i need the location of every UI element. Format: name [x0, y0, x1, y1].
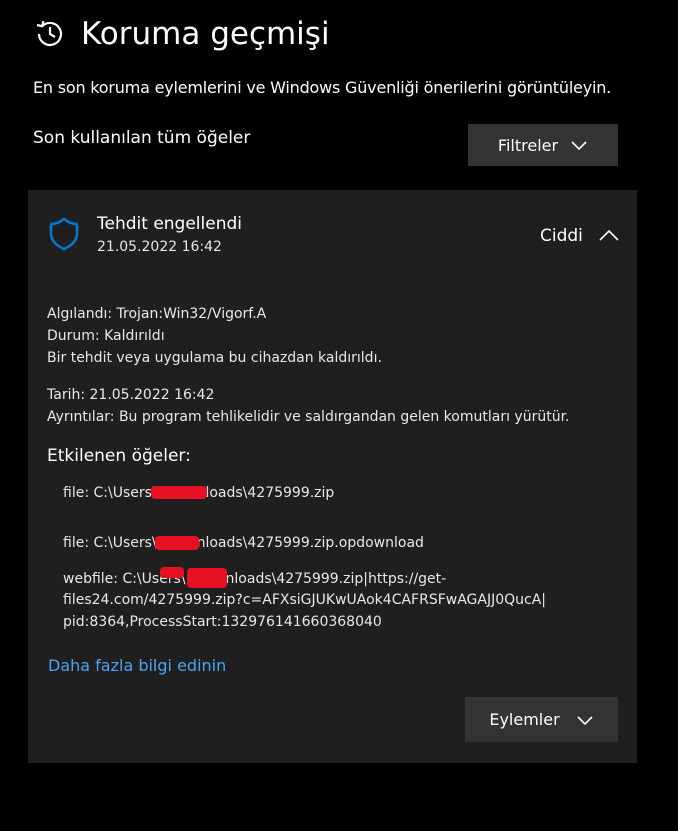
chevron-down-icon: [577, 715, 593, 725]
actions-button[interactable]: Eylemler: [465, 697, 618, 742]
redaction-mark: [155, 536, 199, 550]
filter-section-label: Son kullanılan tüm öğeler: [33, 128, 251, 148]
redaction-mark: [151, 486, 207, 499]
chevron-up-icon[interactable]: [598, 228, 620, 242]
date-line: Tarih: 21.05.2022 16:42: [47, 387, 215, 403]
affected-item-webfile: webfile: C:\Users\ \Downloads\4275999.zi…: [63, 571, 447, 587]
actions-button-label: Eylemler: [489, 710, 560, 729]
history-icon: [36, 20, 63, 47]
learn-more-link[interactable]: Daha fazla bilgi edinin: [48, 656, 226, 675]
threat-title: Tehdit engellendi: [97, 214, 242, 234]
redaction-mark: [187, 568, 227, 588]
shield-icon: [49, 217, 79, 251]
threat-date: 21.05.2022 16:42: [97, 239, 222, 255]
filters-button[interactable]: Filtreler: [468, 124, 618, 166]
filters-button-label: Filtreler: [497, 135, 559, 155]
status-line: Durum: Kaldırıldı: [47, 328, 165, 344]
affected-item-file: file: C:\Users\ \Downloads\4275999.zip.o…: [63, 535, 424, 551]
chevron-down-icon: [571, 141, 587, 151]
status-description: Bir tehdit veya uygulama bu cihazdan kal…: [47, 350, 382, 366]
severity-label: Ciddi: [540, 226, 583, 246]
redaction-mark: [160, 567, 184, 578]
details-line: Ayrıntılar: Bu program tehlikelidir ve s…: [47, 409, 570, 425]
affected-items-title: Etkilenen öğeler:: [47, 446, 191, 466]
affected-item-webfile-process: pid:8364,ProcessStart:132976141660368040: [63, 614, 382, 630]
threat-card: Tehdit engellendi 21.05.2022 16:42 Ciddi…: [28, 190, 637, 763]
page-subtitle: En son koruma eylemlerini ve Windows Güv…: [33, 78, 612, 97]
page-title: Koruma geçmişi: [81, 16, 330, 52]
affected-item-webfile-url: files24.com/4275999.zip?c=AFXsiGJUKwUAok…: [63, 592, 547, 608]
page-header: Koruma geçmişi: [33, 16, 330, 52]
detected-line: Algılandı: Trojan:Win32/Vigorf.A: [47, 306, 267, 322]
